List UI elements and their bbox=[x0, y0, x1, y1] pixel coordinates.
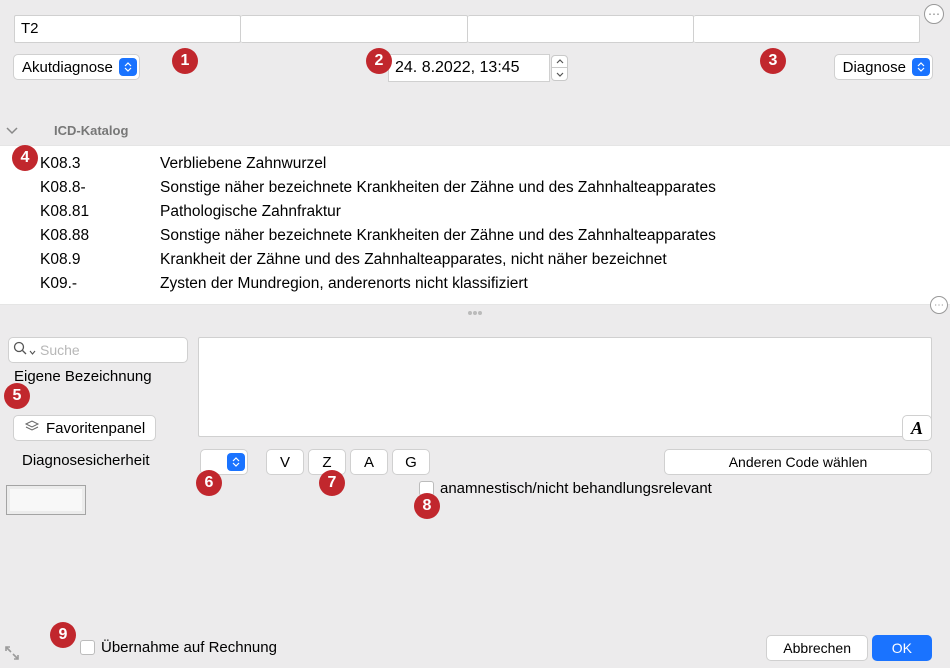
vzag-g-button[interactable]: G bbox=[392, 449, 430, 475]
small-preview-frame bbox=[6, 485, 86, 515]
chevron-down-icon[interactable] bbox=[0, 123, 24, 138]
vzag-a-button[interactable]: A bbox=[350, 449, 388, 475]
annotation-badge-2: 2 bbox=[366, 48, 392, 74]
icd-row[interactable]: K08.9Krankheit der Zähne und des Zahnhal… bbox=[0, 248, 950, 272]
icd-code: K08.81 bbox=[40, 203, 160, 221]
annotation-badge-8: 8 bbox=[414, 493, 440, 519]
dropdown-arrows-icon bbox=[227, 453, 245, 471]
icd-code: K08.3 bbox=[40, 155, 160, 173]
icd-code: K08.8- bbox=[40, 179, 160, 197]
datetime-stepper[interactable] bbox=[551, 55, 568, 81]
icd-row[interactable]: K08.3Verbliebene Zahnwurzel bbox=[0, 152, 950, 176]
annotation-badge-7: 7 bbox=[319, 470, 345, 496]
cancel-button[interactable]: Abbrechen bbox=[766, 635, 868, 661]
top-field-4[interactable] bbox=[694, 15, 920, 43]
diagnose-label: Diagnose bbox=[843, 59, 906, 76]
more-icon[interactable]: ⋯ bbox=[930, 296, 948, 314]
icd-desc: Sonstige näher bezeichnete Krankheiten d… bbox=[160, 227, 950, 245]
icd-desc: Pathologische Zahnfraktur bbox=[160, 203, 950, 221]
annotation-badge-6: 6 bbox=[196, 470, 222, 496]
vzag-v-button[interactable]: V bbox=[266, 449, 304, 475]
pane-grabber[interactable] bbox=[455, 311, 495, 315]
stepper-down[interactable] bbox=[551, 68, 568, 81]
datetime-field[interactable]: 24. 8.2022, 13:45 bbox=[388, 54, 550, 82]
annotation-badge-1: 1 bbox=[172, 48, 198, 74]
eigene-bezeichnung-label: Eigene Bezeichnung bbox=[14, 368, 152, 385]
icd-row[interactable]: K08.88Sonstige näher bezeichnete Krankhe… bbox=[0, 224, 950, 248]
top-field-1[interactable]: T2 bbox=[14, 15, 241, 43]
annotation-badge-9: 9 bbox=[50, 622, 76, 648]
search-input[interactable]: Suche bbox=[8, 337, 188, 363]
diagnosesicherheit-label: Diagnosesicherheit bbox=[22, 452, 150, 469]
description-textarea[interactable] bbox=[198, 337, 932, 437]
uebernahme-label: Übernahme auf Rechnung bbox=[101, 639, 277, 656]
icd-code: K08.88 bbox=[40, 227, 160, 245]
anamnestisch-checkbox-row[interactable]: anamnestisch/nicht behandlungsrelevant bbox=[419, 480, 712, 497]
search-icon bbox=[13, 341, 27, 359]
icd-section-title: ICD-Katalog bbox=[54, 123, 128, 138]
font-button[interactable]: A bbox=[902, 415, 932, 441]
top-field-3[interactable] bbox=[468, 15, 694, 43]
icd-row[interactable]: K08.8-Sonstige näher bezeichnete Krankhe… bbox=[0, 176, 950, 200]
ok-button[interactable]: OK bbox=[872, 635, 932, 661]
akutdiagnose-label: Akutdiagnose bbox=[22, 59, 113, 76]
annotation-badge-4: 4 bbox=[12, 145, 38, 171]
favoriten-button[interactable]: Favoritenpanel bbox=[13, 415, 156, 441]
uebernahme-checkbox-row[interactable]: Übernahme auf Rechnung bbox=[80, 639, 277, 656]
akutdiagnose-dropdown[interactable]: Akutdiagnose bbox=[13, 54, 140, 80]
icd-list[interactable]: K08.3Verbliebene Zahnwurzel K08.8-Sonsti… bbox=[0, 145, 950, 305]
layers-icon bbox=[24, 418, 40, 438]
dropdown-arrows-icon bbox=[912, 58, 930, 76]
icd-desc: Krankheit der Zähne und des Zahnhalteapp… bbox=[160, 251, 950, 269]
icd-desc: Verbliebene Zahnwurzel bbox=[160, 155, 950, 173]
anamnestisch-label: anamnestisch/nicht behandlungsrelevant bbox=[440, 480, 712, 497]
top-field-2[interactable] bbox=[241, 15, 467, 43]
favoriten-label: Favoritenpanel bbox=[46, 420, 145, 437]
search-chevron-icon bbox=[29, 342, 36, 358]
icd-code: K08.9 bbox=[40, 251, 160, 269]
stepper-up[interactable] bbox=[551, 55, 568, 68]
annotation-badge-5: 5 bbox=[4, 383, 30, 409]
more-icon[interactable]: ⋯ bbox=[924, 4, 944, 24]
expand-icon[interactable] bbox=[4, 645, 20, 664]
uebernahme-checkbox[interactable] bbox=[80, 640, 95, 655]
icd-row[interactable]: K09.-Zysten der Mundregion, anderenorts … bbox=[0, 272, 950, 296]
dropdown-arrows-icon bbox=[119, 58, 137, 76]
diagnose-dropdown[interactable]: Diagnose bbox=[834, 54, 933, 80]
icd-desc: Zysten der Mundregion, anderenorts nicht… bbox=[160, 275, 950, 293]
icd-code: K09.- bbox=[40, 275, 160, 293]
icd-row[interactable]: K08.81Pathologische Zahnfraktur bbox=[0, 200, 950, 224]
search-placeholder: Suche bbox=[40, 342, 80, 358]
icd-desc: Sonstige näher bezeichnete Krankheiten d… bbox=[160, 179, 950, 197]
anderen-code-button[interactable]: Anderen Code wählen bbox=[664, 449, 932, 475]
annotation-badge-3: 3 bbox=[760, 48, 786, 74]
